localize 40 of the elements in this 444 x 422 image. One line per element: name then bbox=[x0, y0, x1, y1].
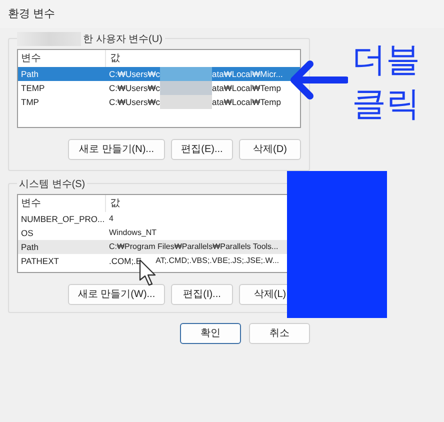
dialog-button[interactable]: 취소 bbox=[249, 323, 310, 344]
table-cell-end: AT;.CMD;.VBS;.VBE;.JS;.JSE;.W... bbox=[156, 255, 280, 267]
dialog-button[interactable]: 새로 만들기(N)... bbox=[68, 139, 165, 160]
table-cell-text: OS bbox=[20, 227, 34, 240]
blurred-region bbox=[160, 95, 212, 109]
table-cell-text: TEMP bbox=[20, 82, 46, 95]
dialog-button[interactable]: 새로 만들기(W)... bbox=[68, 284, 165, 305]
table-cell-text: C:₩Program Files₩Parallels₩Parallels Tools... bbox=[108, 241, 278, 253]
column-header[interactable]: 값 bbox=[106, 50, 300, 67]
annotation-text: 클릭 bbox=[352, 84, 420, 125]
blurred-region bbox=[160, 81, 212, 95]
table-cell-start: C:₩Users₩c bbox=[108, 82, 160, 95]
blurred-region bbox=[17, 32, 81, 46]
table-cell-text: TMP bbox=[20, 96, 40, 109]
column-header[interactable]: 변수 bbox=[18, 195, 106, 212]
window-title: 환경 변수 bbox=[8, 6, 56, 22]
dialog-button[interactable]: 편집(I)... bbox=[171, 284, 233, 305]
table-cell-end: ata₩Local₩Temp bbox=[212, 96, 281, 109]
dialog-button[interactable]: 편집(E)... bbox=[171, 139, 233, 160]
table-cell-start: .COM;.E bbox=[108, 255, 142, 268]
table-cell-text: PATHEXT bbox=[20, 255, 60, 268]
table-cell-text: NUMBER_OF_PRO... bbox=[20, 213, 106, 226]
dialog-button[interactable]: 확인 bbox=[180, 323, 241, 344]
blurred-region bbox=[160, 67, 212, 81]
list-row[interactable]: TEMP C:₩Users₩c ata₩Local₩Temp bbox=[18, 81, 300, 95]
table-cell-text: Path bbox=[20, 241, 40, 254]
group-label: 한 사용자 변수(U) bbox=[82, 32, 162, 46]
table-cell-text: Windows_NT bbox=[108, 227, 157, 239]
table-cell-start: C:₩Users₩c bbox=[108, 68, 160, 81]
arrow-drawing bbox=[288, 58, 348, 102]
list-row[interactable]: TMP C:₩Users₩c ata₩Local₩Temp bbox=[18, 95, 300, 109]
annotation-text: 더블 bbox=[352, 40, 420, 81]
table-cell-start: C:₩Users₩c bbox=[108, 96, 160, 109]
table-cell-text: Path bbox=[20, 68, 40, 81]
group-label: 시스템 변수(S) bbox=[17, 177, 88, 191]
table-cell-text: 4 bbox=[108, 213, 114, 225]
list-row[interactable]: Path C:₩Users₩c ata₩Local₩Micr... bbox=[18, 67, 300, 81]
table-cell-end: ata₩Local₩Temp bbox=[212, 82, 281, 95]
table-cell-end: ata₩Local₩Micr... bbox=[212, 68, 283, 81]
dialog-button[interactable]: 삭제(D) bbox=[239, 139, 301, 160]
